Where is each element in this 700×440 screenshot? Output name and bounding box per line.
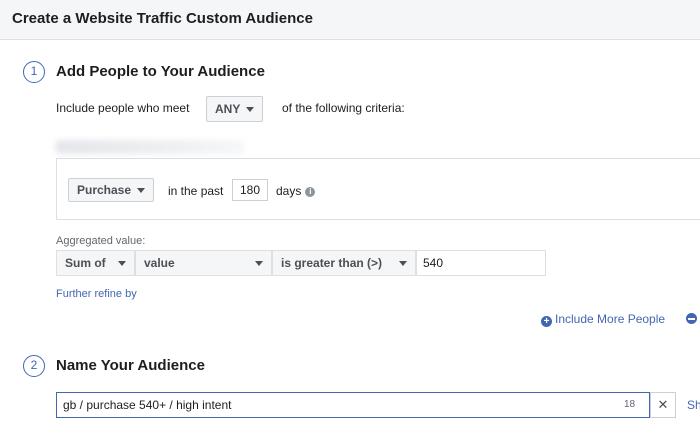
- in-past-label: in the past: [168, 184, 224, 198]
- blurred-content: [55, 140, 245, 154]
- field-dropdown[interactable]: value: [135, 250, 272, 276]
- step-1-circle: 1: [23, 61, 45, 83]
- caret-down-icon: [246, 106, 255, 112]
- dialog-header: Create a Website Traffic Custom Audience: [0, 0, 700, 40]
- audience-name-value: gb / purchase 540+ / high intent: [63, 398, 232, 412]
- caret-down-icon: [399, 260, 407, 266]
- step-2-circle: 2: [23, 355, 45, 377]
- audience-name-input[interactable]: gb / purchase 540+ / high intent: [56, 392, 650, 418]
- field-dropdown-label: value: [144, 256, 175, 270]
- caret-down-icon: [118, 260, 126, 266]
- clear-button[interactable]: ✕: [650, 392, 676, 418]
- caret-down-icon: [137, 187, 146, 193]
- days-label-wrap: days i: [276, 184, 316, 198]
- match-dropdown-label: ANY: [215, 102, 241, 116]
- event-dropdown-label: Purchase: [77, 183, 132, 197]
- include-more-people-link[interactable]: + Include More People: [541, 312, 665, 327]
- days-input[interactable]: 180: [232, 179, 268, 201]
- aggregated-row: Sum of value is greater than (>) 540: [56, 250, 546, 276]
- close-icon: ✕: [657, 397, 669, 412]
- include-more-label: Include More People: [555, 312, 666, 326]
- cut-off-link[interactable]: Sh: [687, 398, 700, 412]
- aggregated-label: Aggregated value:: [56, 235, 146, 247]
- char-count: 18: [624, 399, 636, 410]
- function-dropdown-label: Sum of: [65, 256, 106, 270]
- info-icon[interactable]: i: [305, 186, 316, 197]
- operator-dropdown[interactable]: is greater than (>): [272, 250, 416, 276]
- plus-circle-icon: +: [541, 316, 552, 327]
- days-label: days: [276, 184, 302, 198]
- caret-down-icon: [255, 260, 263, 266]
- threshold-input[interactable]: 540: [416, 250, 546, 276]
- minus-circle-icon[interactable]: [686, 313, 697, 324]
- match-dropdown[interactable]: ANY: [206, 96, 264, 122]
- include-prefix: Include people who meet: [56, 101, 190, 115]
- step-1-title: Add People to Your Audience: [56, 63, 265, 80]
- operator-dropdown-label: is greater than (>): [281, 256, 383, 270]
- include-suffix: of the following criteria:: [282, 101, 405, 115]
- function-dropdown[interactable]: Sum of: [56, 250, 135, 276]
- step-2-title: Name Your Audience: [56, 357, 205, 374]
- further-refine-link[interactable]: Further refine by: [56, 288, 137, 300]
- event-dropdown[interactable]: Purchase: [68, 178, 155, 202]
- dialog-title: Create a Website Traffic Custom Audience: [12, 10, 313, 27]
